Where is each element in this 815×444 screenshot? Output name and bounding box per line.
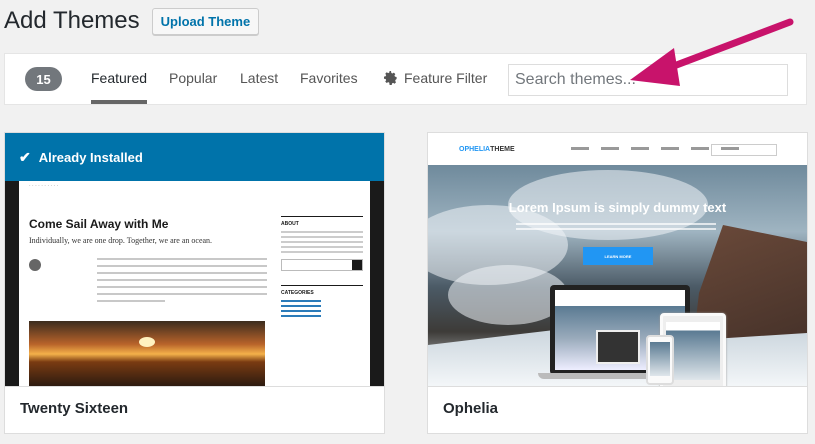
- theme-name: Twenty Sixteen: [5, 386, 384, 433]
- tab-featured[interactable]: Featured: [91, 70, 148, 104]
- preview-sidebar: ABOUT CATEGORIES: [281, 216, 363, 320]
- preview-phone: [646, 335, 674, 385]
- preview-text-lines: [97, 258, 267, 307]
- feature-filter-button[interactable]: Feature Filter: [384, 70, 487, 102]
- preview-post-subtitle: Individually, we are one drop. Together,…: [29, 236, 213, 245]
- already-installed-banner: ✔ Already Installed: [5, 133, 384, 181]
- preview-nav: OPHELIATHEME: [428, 133, 807, 166]
- theme-screenshot[interactable]: OPHELIATHEME Lorem Ipsum is simply dummy…: [428, 133, 807, 387]
- theme-count-badge: 15: [25, 67, 62, 91]
- preview-post-title: Come Sail Away with Me: [29, 217, 169, 231]
- theme-card-twenty-sixteen[interactable]: · · · · · · · · · · Come Sail Away with …: [4, 132, 385, 434]
- checkmark-icon: ✔: [19, 148, 31, 165]
- theme-screenshot[interactable]: · · · · · · · · · · Come Sail Away with …: [5, 133, 384, 387]
- feature-filter-label: Feature Filter: [404, 70, 488, 86]
- tab-popular[interactable]: Popular: [169, 70, 217, 100]
- preview-avatar: [29, 259, 41, 271]
- page-title: Add Themes: [4, 7, 140, 34]
- tab-favorites[interactable]: Favorites: [300, 70, 358, 100]
- preview-hero-image: Lorem Ipsum is simply dummy text LEARN M…: [428, 165, 807, 387]
- annotation-arrow-icon: [630, 18, 794, 86]
- preview-learn-more: LEARN MORE: [583, 247, 653, 265]
- theme-name: Ophelia: [428, 386, 807, 433]
- theme-card-ophelia[interactable]: OPHELIATHEME Lorem Ipsum is simply dummy…: [427, 132, 808, 434]
- already-installed-label: Already Installed: [38, 149, 143, 165]
- tab-latest[interactable]: Latest: [240, 70, 278, 100]
- preview-logo: OPHELIATHEME: [459, 146, 515, 153]
- gear-icon: [384, 71, 398, 88]
- page-header: Add Themes Upload Theme: [4, 2, 260, 40]
- preview-sunset-image: [29, 321, 265, 387]
- upload-theme-button[interactable]: Upload Theme: [151, 7, 260, 35]
- preview-headline: Lorem Ipsum is simply dummy text: [508, 200, 727, 215]
